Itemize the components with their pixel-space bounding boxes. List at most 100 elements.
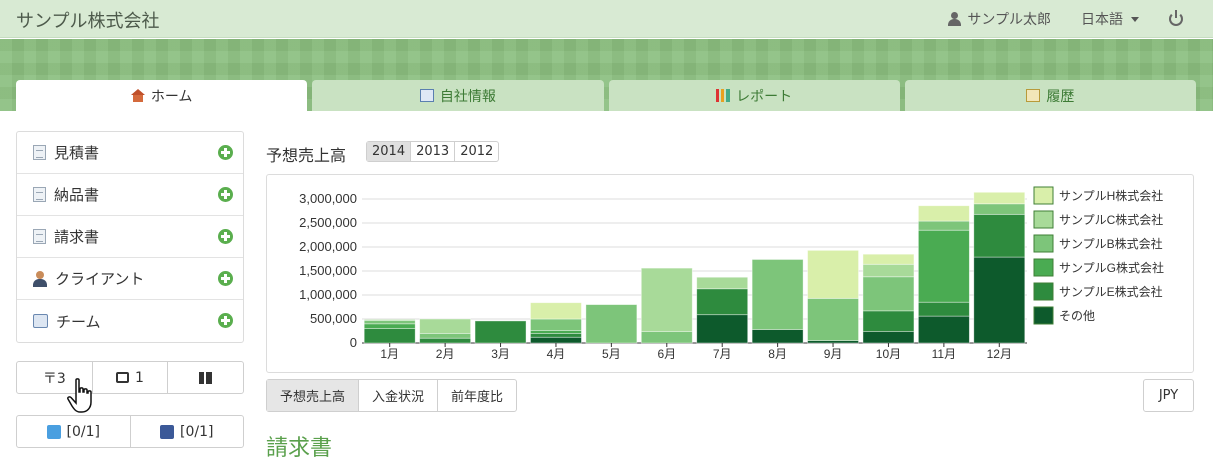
language-dropdown[interactable]: 日本語 bbox=[1081, 9, 1139, 29]
twitter-icon bbox=[46, 424, 61, 439]
tab-label: レポート bbox=[736, 88, 793, 105]
history-icon bbox=[1026, 89, 1041, 102]
view-yoy-button[interactable]: 前年度比 bbox=[438, 380, 516, 411]
y-tick-label: 3,000,000 bbox=[299, 191, 357, 206]
year-selector: 2014 2013 2012 bbox=[366, 141, 500, 162]
view-forecast-button[interactable]: 予想売上高 bbox=[267, 380, 360, 411]
bar-segment bbox=[530, 302, 582, 320]
sidebar-item-label: 請求書 bbox=[54, 228, 100, 246]
bar-segment bbox=[917, 315, 970, 344]
bar-segment bbox=[530, 318, 582, 331]
sidebar-menu: 見積書 納品書 請求書 クライアント チーム bbox=[16, 131, 244, 343]
inbox-button[interactable]: 1 bbox=[93, 362, 169, 393]
bar-segment bbox=[862, 310, 915, 332]
language-label: 日本語 bbox=[1081, 12, 1123, 28]
add-invoice-button[interactable] bbox=[218, 229, 233, 244]
sales-chart: 0 500,000 1,000,000 1,500,000 2,000,000 2,500… bbox=[266, 174, 1194, 373]
gift-icon bbox=[199, 371, 213, 384]
add-estimate-button[interactable] bbox=[218, 145, 233, 160]
filter-count: 〒3 bbox=[42, 370, 66, 387]
bar-segment bbox=[640, 267, 693, 332]
bar-segment bbox=[696, 276, 749, 290]
sidebar-item-team[interactable]: チーム bbox=[17, 300, 243, 342]
x-tick-label: 12月 bbox=[987, 347, 1012, 361]
tab-history[interactable]: 履歴 bbox=[904, 80, 1196, 111]
gift-button[interactable] bbox=[168, 362, 243, 393]
brand-title[interactable]: サンプル株式会社 bbox=[16, 7, 159, 33]
bar-segment bbox=[917, 220, 970, 231]
tab-report[interactable]: レポート bbox=[608, 80, 900, 111]
tab-label: 自社情報 bbox=[439, 88, 496, 105]
bar-segment bbox=[917, 301, 970, 317]
year-2013-button[interactable]: 2013 bbox=[411, 142, 456, 161]
bar-segment bbox=[751, 329, 804, 344]
tab-label: ホーム bbox=[150, 88, 193, 105]
add-client-button[interactable] bbox=[218, 271, 233, 286]
chevron-down-icon bbox=[1131, 16, 1139, 22]
legend-swatch bbox=[1033, 186, 1054, 205]
year-2012-button[interactable]: 2012 bbox=[455, 142, 498, 161]
bar-segment bbox=[419, 332, 472, 339]
currency-button[interactable]: JPY bbox=[1143, 379, 1194, 412]
sales-chart-svg: 0 500,000 1,000,000 1,500,000 2,000,000 2,500… bbox=[299, 186, 1164, 361]
x-tick-label: 9月 bbox=[824, 347, 843, 361]
sidebar-item-label: クライアント bbox=[55, 270, 145, 288]
legend-label: サンプルC株式会社 bbox=[1059, 212, 1163, 227]
add-team-member-button[interactable] bbox=[218, 313, 233, 328]
x-tick-label: 11月 bbox=[932, 347, 956, 361]
home-icon bbox=[130, 89, 145, 102]
legend-swatch bbox=[1033, 258, 1054, 277]
bar-segment bbox=[917, 205, 970, 222]
sidebar-counters: 〒3 1 bbox=[16, 361, 244, 394]
chart-view-tabs: 予想売上高 入金状況 前年度比 bbox=[266, 379, 518, 412]
bar-segment bbox=[474, 320, 527, 344]
legend-swatch bbox=[1033, 282, 1054, 301]
bar-segment bbox=[696, 314, 749, 344]
sidebar-item-estimates[interactable]: 見積書 bbox=[17, 132, 243, 174]
hand-cursor-icon bbox=[67, 378, 92, 413]
bar-segment bbox=[696, 288, 749, 316]
legend-label: サンプルH株式会社 bbox=[1059, 188, 1163, 203]
y-tick-label: 1,000,000 bbox=[299, 287, 357, 302]
y-tick-label: 0 bbox=[350, 335, 357, 350]
org-chart-icon bbox=[419, 89, 434, 102]
user-icon bbox=[948, 12, 962, 26]
sidebar-item-label: 見積書 bbox=[54, 144, 100, 162]
facebook-count: [0/1] bbox=[180, 423, 214, 440]
main-tabs: ホーム 自社情報 レポート 履歴 bbox=[16, 80, 1196, 111]
x-tick-label: 5月 bbox=[602, 347, 621, 361]
y-tick-label: 500,000 bbox=[310, 311, 357, 326]
legend-label: その他 bbox=[1059, 309, 1095, 323]
top-nav: サンプル太郎 日本語 bbox=[948, 0, 1213, 38]
twitter-count: [0/1] bbox=[66, 423, 100, 440]
bar-segment bbox=[862, 331, 915, 344]
add-delivery-note-button[interactable] bbox=[218, 187, 233, 202]
bar-segment bbox=[530, 332, 582, 338]
team-icon bbox=[33, 314, 48, 328]
user-menu[interactable]: サンプル太郎 bbox=[948, 9, 1051, 29]
bar-segment bbox=[640, 331, 693, 344]
bar-segment bbox=[530, 336, 582, 344]
sidebar-item-invoices[interactable]: 請求書 bbox=[17, 216, 243, 258]
tab-company-info[interactable]: 自社情報 bbox=[312, 80, 604, 111]
power-icon bbox=[1169, 10, 1183, 26]
tab-home[interactable]: ホーム bbox=[16, 80, 308, 111]
logout-button[interactable] bbox=[1169, 10, 1183, 26]
legend-swatch bbox=[1033, 306, 1054, 325]
y-tick-label: 1,500,000 bbox=[299, 263, 357, 278]
sidebar-item-delivery-notes[interactable]: 納品書 bbox=[17, 174, 243, 216]
bar-segment bbox=[973, 256, 1026, 344]
bar-segment bbox=[585, 304, 638, 344]
top-navbar: サンプル株式会社 サンプル太郎 日本語 bbox=[0, 0, 1213, 38]
twitter-button[interactable]: [0/1] bbox=[17, 416, 131, 447]
y-tick-label: 2,500,000 bbox=[299, 215, 357, 230]
year-2014-button[interactable]: 2014 bbox=[367, 142, 412, 161]
facebook-button[interactable]: [0/1] bbox=[131, 416, 244, 447]
bar-segment bbox=[363, 319, 416, 321]
bar-segment bbox=[363, 323, 416, 330]
bar-segment bbox=[807, 297, 859, 342]
x-tick-label: 3月 bbox=[491, 347, 510, 361]
sidebar-item-clients[interactable]: クライアント bbox=[17, 258, 243, 300]
legend-label: サンプルG株式会社 bbox=[1059, 260, 1164, 275]
view-payments-button[interactable]: 入金状況 bbox=[359, 380, 439, 411]
